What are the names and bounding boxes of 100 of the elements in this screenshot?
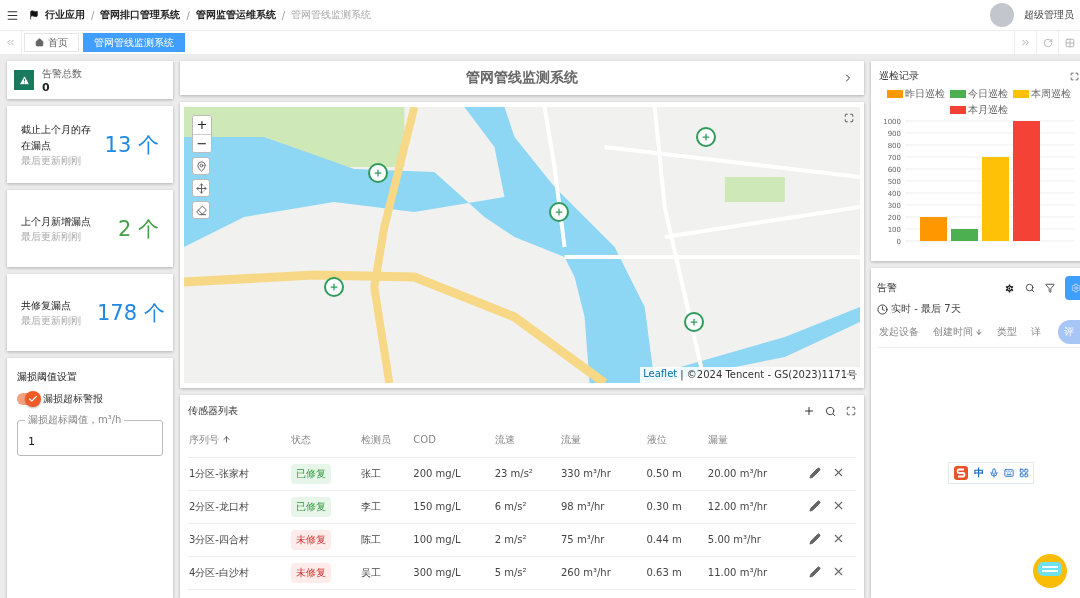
legend-label[interactable]: 本月巡检 — [968, 103, 1008, 117]
microphone-icon[interactable] — [989, 468, 999, 478]
eraser-icon — [195, 204, 207, 216]
stat-title: 截止上个月的存在漏点 — [21, 122, 92, 153]
search-icon[interactable] — [1025, 283, 1035, 293]
zoom-out-button[interactable]: − — [193, 134, 211, 152]
settings-icon[interactable] — [1004, 282, 1015, 294]
status-badge: 已修复 — [291, 496, 332, 517]
add-icon[interactable] — [803, 405, 815, 417]
table-cell: 3分区-四合村 — [189, 533, 249, 545]
legend-swatch[interactable] — [950, 106, 966, 114]
stat-subtitle: 最后更新刚刚 — [21, 229, 82, 244]
stat-title: 上个月新增漏点 — [21, 214, 92, 229]
sensor-title: 传感器列表 — [188, 404, 238, 418]
status-badge: 未修复 — [291, 529, 332, 550]
column-header[interactable]: 流量 — [561, 432, 581, 447]
stat-value: 13 个 — [104, 131, 159, 159]
table-cell: 张工 — [360, 467, 381, 479]
table-cell: 2分区-龙口村 — [189, 500, 249, 512]
column-header[interactable]: 类型 — [997, 324, 1017, 339]
move-icon — [195, 182, 207, 194]
legend-label[interactable]: 昨日巡检 — [905, 87, 945, 101]
pencil-icon — [809, 499, 822, 512]
table-cell: 5.00 m³/hr — [707, 534, 761, 545]
fullscreen-icon[interactable] — [1070, 71, 1079, 81]
table-cell: 23 m/s² — [494, 468, 533, 479]
table-cell: 0.44 m — [646, 534, 682, 545]
stat-value: 178 个 — [97, 299, 165, 327]
search-icon[interactable] — [825, 405, 836, 417]
column-header[interactable]: 详 — [1031, 324, 1041, 339]
table-cell: 5 m/s² — [494, 567, 527, 578]
fullscreen-icon[interactable] — [846, 406, 856, 416]
breadcrumb-separator: / — [186, 9, 190, 21]
breadcrumb-separator: / — [281, 9, 286, 21]
column-header[interactable]: 漏量 — [707, 432, 728, 447]
table-cell: 150 mg/L — [413, 501, 461, 512]
marker-tool-button[interactable] — [192, 157, 210, 175]
column-header[interactable]: 状态 — [291, 432, 312, 447]
breadcrumb-link[interactable]: 行业应用 — [45, 8, 85, 22]
column-header[interactable]: 流速 — [494, 432, 515, 447]
table-cell: 2 m/s² — [494, 534, 527, 545]
sort-arrow-icon[interactable] — [222, 435, 231, 445]
column-header[interactable]: COD — [413, 434, 436, 446]
alert-title: 告警 — [877, 281, 898, 295]
breadcrumb-link[interactable]: 管网监管运维系统 — [195, 8, 276, 22]
edit-button[interactable] — [809, 532, 822, 545]
toggle-switch[interactable] — [17, 393, 39, 405]
table-cell: 吴工 — [360, 566, 381, 578]
tab[interactable]: 首页 — [24, 33, 79, 52]
legend-swatch[interactable] — [950, 90, 966, 98]
stat-value: 2 个 — [117, 215, 159, 243]
column-header[interactable]: 创建时间 — [933, 324, 983, 339]
legend-label[interactable]: 本周巡检 — [1031, 87, 1071, 101]
column-header[interactable]: 发起设备 — [879, 324, 919, 339]
table-cell: 200 mg/L — [413, 468, 461, 479]
column-header[interactable]: 液位 — [646, 432, 667, 447]
status-badge: 已修复 — [291, 463, 332, 484]
home-icon — [35, 38, 44, 47]
time-range[interactable]: 实时 - 最后 7天 — [891, 302, 961, 316]
settings-icon — [1071, 283, 1080, 293]
eraser-tool-button[interactable] — [192, 201, 210, 219]
move-tool-button[interactable] — [192, 179, 210, 197]
map-attribution: | ©2024 Tencent - GS(2023)1171号 — [680, 368, 857, 382]
table-cell: 75 m³/hr — [561, 534, 605, 545]
legend-label[interactable]: 今日巡检 — [968, 87, 1008, 101]
breadcrumb-link[interactable]: 管网管线监测系统 — [291, 8, 372, 22]
table-cell: 12.00 m³/hr — [707, 501, 768, 512]
table-cell: 4分区-白沙村 — [189, 566, 249, 578]
grid-icon[interactable] — [1019, 468, 1029, 478]
table-cell: 11.00 m³/hr — [707, 567, 768, 578]
refresh-icon — [1042, 37, 1053, 48]
sort-arrow-icon[interactable] — [975, 327, 983, 336]
table-cell: 0.63 m — [646, 567, 682, 578]
leaflet-link[interactable]: Leaflet — [643, 368, 678, 382]
edit-button[interactable] — [809, 565, 822, 578]
tab[interactable]: 管网管线监测系统 — [83, 33, 185, 52]
pencil-icon — [809, 532, 822, 545]
legend-swatch[interactable] — [1013, 90, 1029, 98]
ime-mode[interactable]: 中 — [974, 466, 984, 480]
legend-swatch[interactable] — [887, 90, 903, 98]
column-header[interactable]: 检测员 — [360, 432, 391, 447]
column-header[interactable]: 序列号 — [189, 432, 231, 447]
ime-logo-icon[interactable] — [953, 465, 969, 481]
page-title: 管网管线监测系统 — [466, 69, 578, 87]
table-cell: 李工 — [360, 500, 381, 512]
fullscreen-icon[interactable] — [844, 113, 854, 123]
menu-icon[interactable] — [6, 8, 19, 22]
map-pin-icon — [195, 160, 207, 172]
edit-button[interactable] — [809, 466, 822, 479]
keyboard-icon[interactable] — [1004, 468, 1014, 478]
stat-subtitle: 最后更新刚刚 — [21, 313, 82, 328]
edit-button[interactable] — [809, 499, 822, 512]
breadcrumb-link[interactable]: 管网排口管理系统 — [100, 8, 181, 22]
table-cell: 100 mg/L — [413, 534, 461, 545]
user-name[interactable]: 超级管理员 — [1024, 8, 1074, 22]
pencil-icon — [809, 565, 822, 578]
filter-icon[interactable] — [1045, 283, 1055, 293]
table-cell: 0.30 m — [646, 501, 682, 512]
breadcrumb-separator: / — [91, 9, 95, 21]
grid-icon — [1064, 37, 1075, 48]
